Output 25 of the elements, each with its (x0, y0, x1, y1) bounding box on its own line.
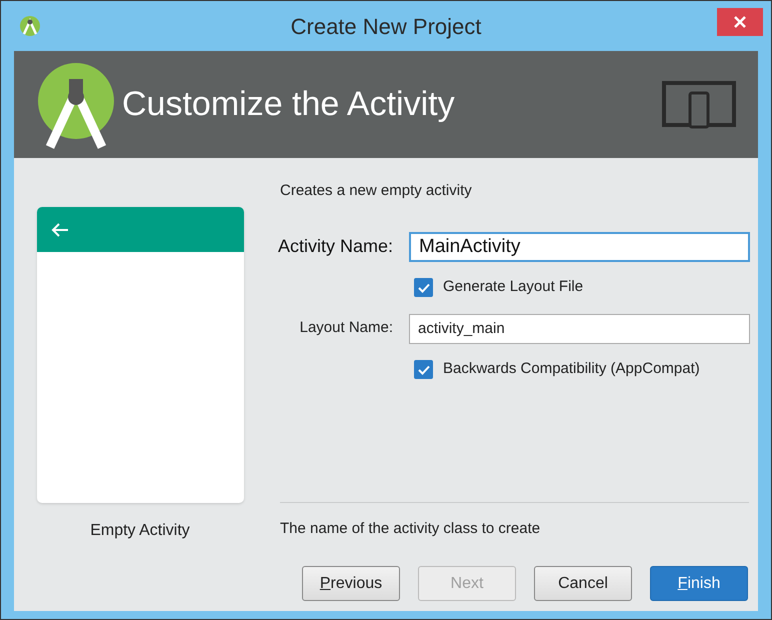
header-title: Customize the Activity (122, 84, 455, 125)
hint-text: The name of the activity class to create (280, 518, 542, 538)
text-field[interactable]: MainActivity (409, 232, 750, 262)
back-arrow-icon (50, 222, 68, 238)
device-icon (662, 80, 736, 128)
field-label: Activity Name: (278, 235, 393, 258)
dialog-button[interactable]: Finish (650, 566, 748, 601)
dialog-button[interactable]: Previous (302, 566, 400, 601)
android-studio-logo-icon (19, 15, 41, 37)
close-button[interactable] (717, 8, 763, 36)
field-label: Layout Name: (300, 318, 393, 338)
checkmark-icon (418, 364, 430, 374)
window-title: Create New Project (290, 12, 482, 41)
checkmark-icon (418, 282, 430, 292)
checkbox[interactable] (414, 360, 433, 379)
android-studio-logo-icon (36, 60, 116, 148)
dialog-button[interactable]: Cancel (534, 566, 632, 601)
text-field[interactable]: activity_main (409, 314, 750, 344)
checkbox-label: Generate Layout File (443, 277, 584, 298)
template-name: Empty Activity (90, 521, 190, 541)
description-text: Creates a new empty activity (280, 181, 473, 201)
checkbox[interactable] (414, 278, 433, 297)
checkbox-label: Backwards Compatibility (AppCompat) (443, 359, 700, 380)
close-icon (734, 16, 746, 28)
activity-preview-card[interactable] (36, 207, 244, 503)
